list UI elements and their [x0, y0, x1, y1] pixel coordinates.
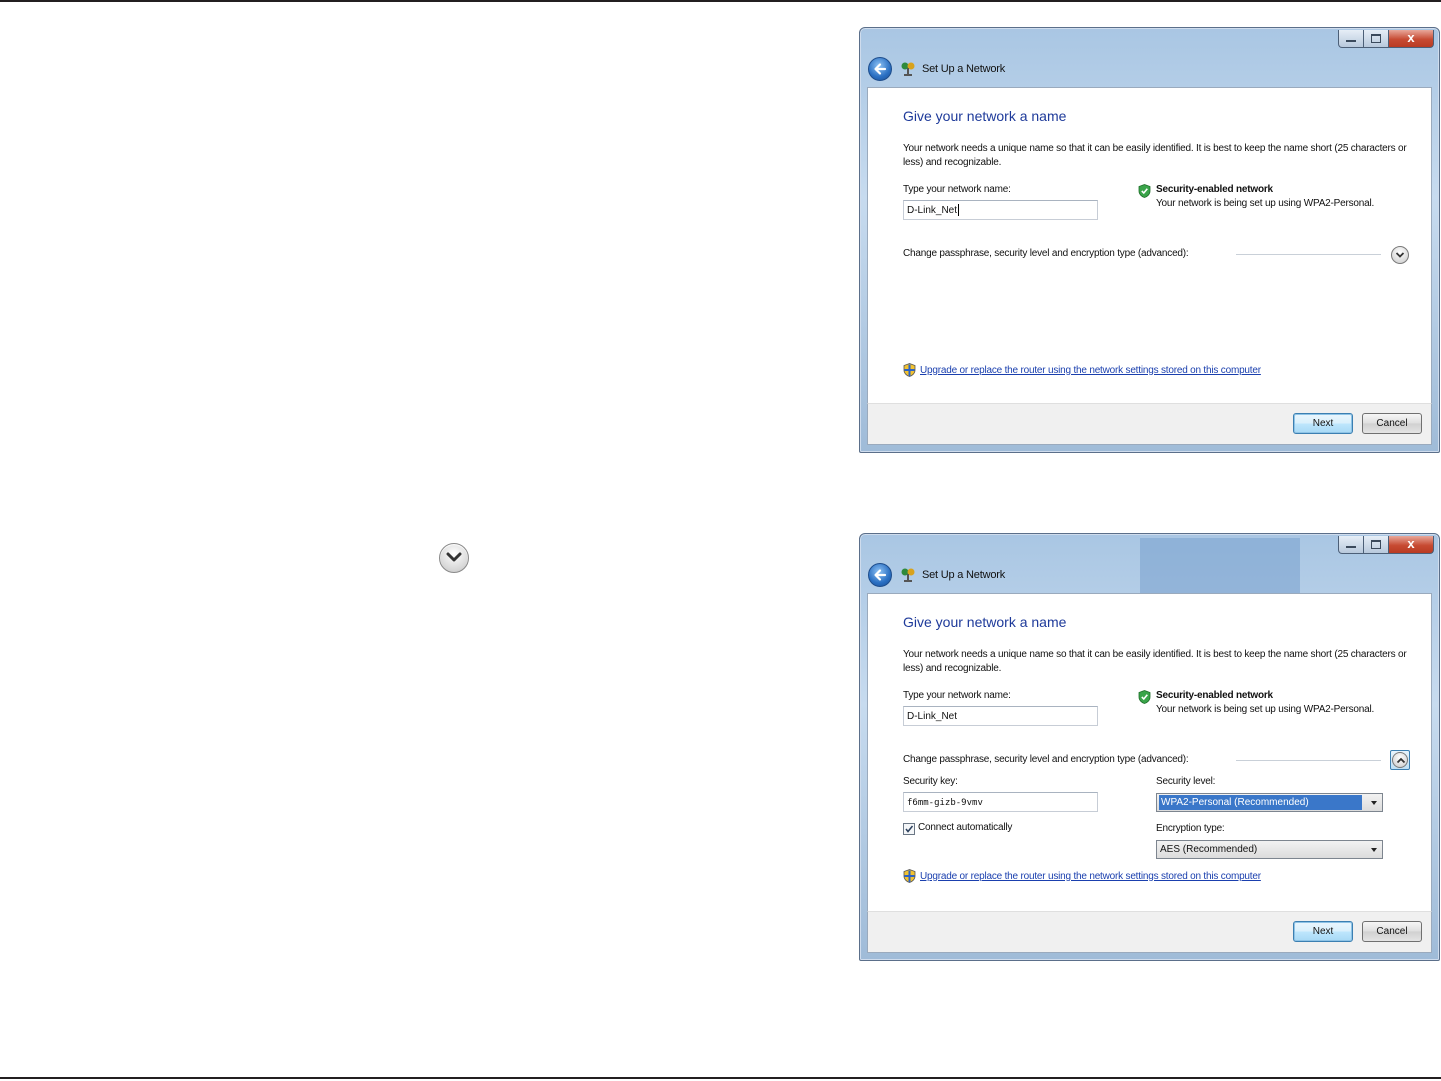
chevron-down-icon — [1395, 252, 1405, 258]
encryption-type-select[interactable]: AES (Recommended) — [1156, 840, 1383, 859]
security-enabled-title: Security-enabled network — [1156, 690, 1273, 701]
window-title: Set Up a Network — [922, 569, 1006, 581]
security-level-value: WPA2-Personal (Recommended) — [1159, 795, 1362, 810]
security-key-label: Security key: — [903, 776, 958, 787]
setup-network-dialog-expanded: x Set Up a Network Give your network a n… — [859, 533, 1440, 961]
network-name-value: D-Link_Net — [907, 205, 958, 216]
window-controls: x — [1338, 30, 1434, 48]
dialog-footer: Next Cancel — [867, 911, 1432, 953]
uac-shield-icon — [903, 363, 916, 377]
encryption-type-value: AES (Recommended) — [1160, 844, 1258, 855]
security-enabled-title: Security-enabled network — [1156, 184, 1273, 195]
security-enabled-subtitle: Your network is being set up using WPA2-… — [1156, 198, 1375, 209]
description-text: Your network needs a unique name so that… — [903, 143, 1407, 168]
back-arrow-icon — [874, 569, 887, 581]
security-key-input[interactable]: f6mm-gizb-9vmv — [903, 792, 1098, 812]
maximize-button[interactable] — [1364, 30, 1389, 48]
network-name-input[interactable]: D-Link_Net — [903, 706, 1098, 726]
dialog-content: Give your network a name Your network ne… — [867, 87, 1432, 405]
title-bar: Set Up a Network — [868, 56, 1005, 82]
window-title: Set Up a Network — [922, 63, 1006, 75]
expand-advanced-button[interactable] — [1391, 246, 1409, 264]
dialog-footer: Next Cancel — [867, 403, 1432, 445]
glass-reflection — [1140, 538, 1300, 593]
cancel-button[interactable]: Cancel — [1362, 413, 1422, 434]
chevron-up-icon — [1396, 757, 1406, 764]
bottom-rule — [0, 1077, 1441, 1079]
maximize-button[interactable] — [1364, 536, 1389, 554]
minimize-button[interactable] — [1338, 536, 1364, 554]
page-heading: Give your network a name — [903, 108, 1067, 124]
advanced-options-label: Change passphrase, security level and en… — [903, 754, 1189, 765]
network-setup-icon — [901, 568, 915, 582]
back-button[interactable] — [868, 57, 892, 81]
window-controls: x — [1338, 536, 1434, 554]
close-button[interactable]: x — [1389, 536, 1434, 554]
close-icon: x — [1407, 30, 1415, 45]
top-rule — [0, 0, 1441, 2]
dropdown-arrow-icon — [1371, 801, 1377, 805]
cancel-button[interactable]: Cancel — [1362, 921, 1422, 942]
setup-network-dialog-collapsed: x Set Up a Network Give your network a n… — [859, 27, 1440, 453]
upgrade-router-row: Upgrade or replace the router using the … — [903, 363, 1261, 377]
advanced-options-label: Change passphrase, security level and en… — [903, 248, 1189, 259]
encryption-type-label: Encryption type: — [1156, 823, 1225, 834]
toggle-knob — [1392, 752, 1408, 768]
security-level-select[interactable]: WPA2-Personal (Recommended) — [1156, 793, 1383, 812]
chevron-down-icon — [439, 543, 469, 573]
next-button[interactable]: Next — [1293, 413, 1353, 434]
page-heading: Give your network a name — [903, 614, 1067, 630]
checkmark-icon — [905, 825, 914, 833]
connect-automatically-checkbox[interactable] — [903, 823, 915, 835]
minimize-button[interactable] — [1338, 30, 1364, 48]
network-setup-icon — [901, 62, 915, 76]
network-name-label: Type your network name: — [903, 184, 1011, 195]
advanced-divider — [1236, 760, 1381, 761]
upgrade-router-row: Upgrade or replace the router using the … — [903, 869, 1261, 883]
connect-automatically-label: Connect automatically — [918, 822, 1013, 833]
back-button[interactable] — [868, 563, 892, 587]
security-shield-icon — [1138, 690, 1151, 704]
security-enabled-subtitle: Your network is being set up using WPA2-… — [1156, 704, 1375, 715]
close-icon: x — [1407, 536, 1415, 551]
upgrade-router-link[interactable]: Upgrade or replace the router using the … — [920, 871, 1261, 882]
title-bar: Set Up a Network — [868, 562, 1005, 588]
dropdown-arrow-icon — [1371, 848, 1377, 852]
close-button[interactable]: x — [1389, 30, 1434, 48]
security-shield-icon — [1138, 184, 1151, 198]
next-button[interactable]: Next — [1293, 921, 1353, 942]
dialog-content: Give your network a name Your network ne… — [867, 593, 1432, 913]
collapse-advanced-button[interactable] — [1390, 750, 1410, 770]
network-name-input[interactable]: D-Link_Net — [903, 200, 1098, 220]
text-caret — [958, 204, 960, 217]
back-arrow-icon — [874, 63, 887, 75]
advanced-divider — [1236, 254, 1381, 255]
network-name-label: Type your network name: — [903, 690, 1011, 701]
security-level-label: Security level: — [1156, 776, 1216, 787]
upgrade-router-link[interactable]: Upgrade or replace the router using the … — [920, 365, 1261, 376]
uac-shield-icon — [903, 869, 916, 883]
description-text: Your network needs a unique name so that… — [903, 649, 1407, 674]
